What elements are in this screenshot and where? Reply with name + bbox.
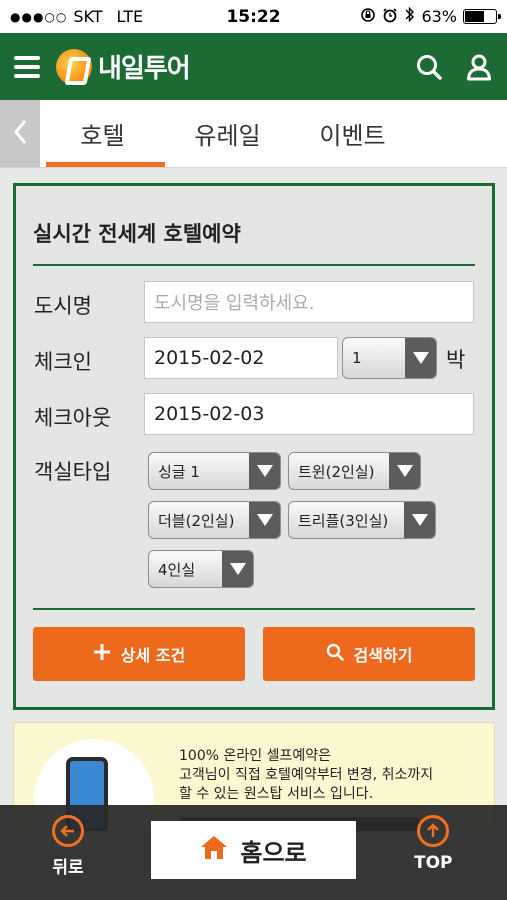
- tab-eurail[interactable]: 유레일: [165, 100, 290, 167]
- top-button[interactable]: TOP: [414, 815, 453, 873]
- room-triple-select[interactable]: 트리플(3인실): [288, 501, 436, 539]
- divider: [33, 264, 475, 266]
- category-tabs: 호텔 유레일 이벤트: [0, 100, 507, 168]
- chevron-left-icon: [13, 119, 27, 149]
- logo-icon: [56, 48, 92, 85]
- arrow-up-icon: [417, 815, 450, 847]
- hotel-search-panel: 실시간 전세계 호텔예약 도시명 도시명을 입력하세요. 체크인 2015-02…: [13, 183, 495, 710]
- tab-hotel[interactable]: 호텔: [40, 100, 165, 167]
- rotation-lock-icon: [360, 7, 376, 27]
- detail-conditions-label: 상세 조건: [120, 646, 186, 665]
- room-double-value: 더블(2인실): [158, 511, 235, 530]
- dropdown-arrow-icon: [389, 453, 420, 489]
- back-label: 뒤로: [52, 858, 84, 878]
- app-header: 내일투어: [0, 33, 507, 100]
- home-label: 홈으로: [240, 838, 307, 867]
- room-twin-select[interactable]: 트윈(2인실): [288, 452, 421, 490]
- tabs-prev-button[interactable]: [0, 100, 40, 167]
- promo-text: 100% 온라인 셀프예약은 고객님이 직접 호텔예약부터 변경, 취소까지 할…: [179, 747, 433, 804]
- header-actions: [415, 33, 493, 100]
- city-input[interactable]: 도시명을 입력하세요.: [144, 281, 474, 323]
- dropdown-arrow-icon: [249, 453, 280, 489]
- room-quad-value: 4인실: [158, 560, 196, 579]
- nights-select[interactable]: 1: [342, 337, 437, 379]
- carrier-label: SKT: [73, 7, 103, 26]
- back-button[interactable]: 뒤로: [52, 815, 84, 878]
- dropdown-arrow-icon: [222, 551, 253, 587]
- room-twin-value: 트윈(2인실): [298, 462, 375, 481]
- promo-line-2: 고객님이 직접 호텔예약부터 변경, 취소까지: [179, 767, 434, 783]
- dropdown-arrow-icon: [405, 338, 436, 378]
- nights-value: 1: [352, 349, 362, 367]
- status-bar: ●●●○○ SKT LTE 15:22 63%: [0, 0, 507, 33]
- room-quad-select[interactable]: 4인실: [148, 550, 254, 588]
- detail-conditions-button[interactable]: 상세 조건: [33, 627, 245, 681]
- signal-icon: ●●●○○: [10, 9, 68, 24]
- alarm-icon: [382, 7, 398, 27]
- room-single-value: 싱글 1: [158, 462, 200, 481]
- dropdown-arrow-icon: [404, 502, 435, 538]
- search-icon[interactable]: [415, 53, 443, 81]
- search-button-label: 검색하기: [353, 646, 413, 665]
- battery-icon: [463, 9, 501, 24]
- checkout-label: 체크아웃: [34, 406, 112, 430]
- room-single-select[interactable]: 싱글 1: [148, 452, 281, 490]
- promo-line-1: 100% 온라인 셀프예약은: [179, 748, 331, 764]
- search-icon: [326, 643, 344, 665]
- bottom-nav: 뒤로 홈으로 TOP: [0, 805, 507, 900]
- room-triple-value: 트리플(3인실): [298, 511, 389, 530]
- room-double-select[interactable]: 더블(2인실): [148, 501, 281, 539]
- home-icon: [200, 834, 228, 866]
- panel-title: 실시간 전세계 호텔예약: [33, 222, 241, 246]
- status-left: ●●●○○ SKT LTE: [10, 7, 143, 26]
- checkin-label: 체크인: [34, 350, 92, 374]
- roomtype-label: 객실타입: [34, 460, 112, 484]
- logo-text: 내일투어: [98, 54, 191, 84]
- top-label: TOP: [414, 853, 453, 873]
- status-right: 63%: [360, 6, 501, 27]
- logo[interactable]: 내일투어: [56, 48, 191, 85]
- battery-percent: 63%: [421, 7, 457, 26]
- checkout-input[interactable]: 2015-02-03: [144, 393, 474, 435]
- divider: [33, 608, 475, 610]
- promo-line-3: 할 수 있는 원스탑 서비스 입니다.: [179, 786, 374, 802]
- nights-unit: 박: [446, 348, 466, 372]
- arrow-left-icon: [52, 815, 84, 847]
- plus-icon: [93, 643, 111, 665]
- home-button[interactable]: 홈으로: [151, 821, 356, 879]
- search-button[interactable]: 검색하기: [263, 627, 475, 681]
- bluetooth-icon: [404, 6, 415, 27]
- user-icon[interactable]: [465, 53, 493, 81]
- menu-icon[interactable]: [14, 55, 40, 78]
- dropdown-arrow-icon: [249, 502, 280, 538]
- city-label: 도시명: [34, 294, 92, 318]
- checkin-input[interactable]: 2015-02-02: [144, 337, 338, 379]
- tab-event[interactable]: 이벤트: [290, 100, 415, 167]
- network-label: LTE: [116, 7, 144, 26]
